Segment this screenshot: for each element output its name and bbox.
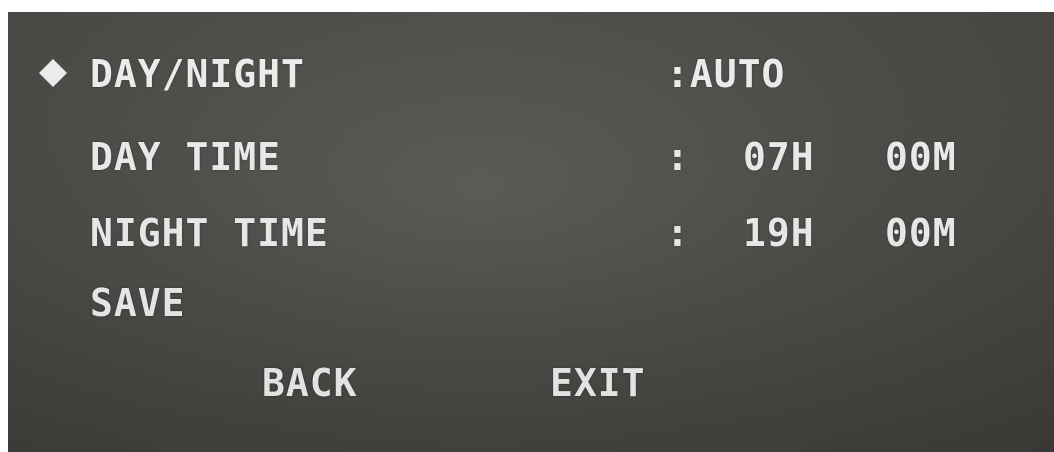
osd-frame: DAY/NIGHT :AUTO DAY TIME : 07H 00M NIGHT… bbox=[0, 0, 1054, 452]
menu-item-day-time-label[interactable]: DAY TIME bbox=[90, 138, 281, 176]
menu-item-night-time-label[interactable]: NIGHT TIME bbox=[90, 214, 329, 252]
osd-screen: DAY/NIGHT :AUTO DAY TIME : 07H 00M NIGHT… bbox=[8, 12, 1054, 452]
day-time-hour-value[interactable]: 07H bbox=[743, 138, 815, 176]
back-button[interactable]: BACK bbox=[262, 364, 358, 402]
day-time-separator: : bbox=[666, 135, 690, 179]
exit-button[interactable]: EXIT bbox=[550, 364, 646, 402]
day-time-minute-value[interactable]: 00M bbox=[885, 138, 957, 176]
night-time-minute-value[interactable]: 00M bbox=[885, 214, 957, 252]
save-button[interactable]: SAVE bbox=[90, 284, 186, 322]
menu-item-day-night-label[interactable]: DAY/NIGHT bbox=[90, 55, 305, 93]
day-night-mode-value[interactable]: :AUTO bbox=[666, 55, 785, 93]
night-time-separator: : bbox=[666, 211, 690, 255]
night-time-hour-value[interactable]: 19H bbox=[743, 214, 815, 252]
diamond-icon bbox=[38, 58, 68, 88]
